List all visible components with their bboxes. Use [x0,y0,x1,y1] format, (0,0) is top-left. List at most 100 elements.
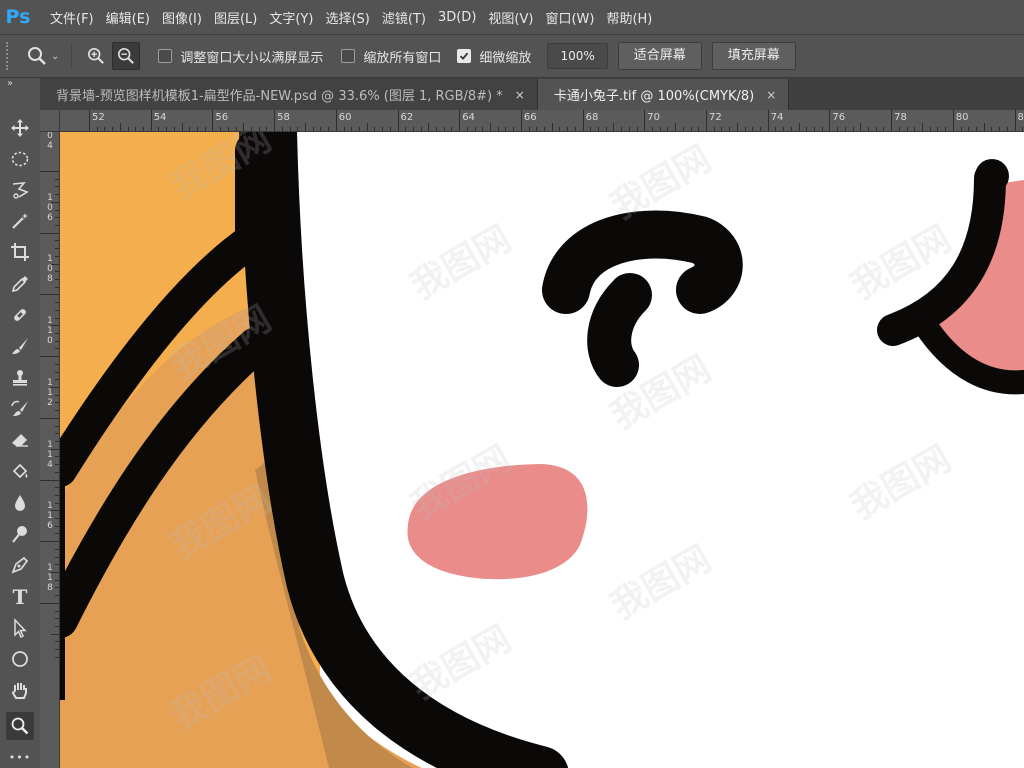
ruler-label: 116 [47,501,53,532]
menu-filter[interactable]: 滤镜(T) [382,8,426,27]
ruler-major-tick [706,110,707,131]
ruler-minor-tick [55,502,59,504]
menu-help[interactable]: 帮助(H) [606,8,652,27]
ruler-minor-tick [759,127,761,131]
ruler-minor-tick [55,656,59,658]
ruler-minor-tick [55,425,59,427]
ruler-major-tick [397,110,399,131]
fill-screen-button[interactable]: 填充屏幕 [711,42,796,70]
history-brush-icon[interactable] [6,395,34,423]
brush-icon[interactable] [6,332,34,360]
ruler-minor-tick [929,127,931,131]
zoom-tool-icon[interactable] [6,712,34,740]
document-canvas[interactable]: 我图网 我图网 我图网 我图网 我图网 我图网 我图网 我图网 我图网 我图网 我图网 我图网 [60,132,1024,768]
tab-cartoon-bunny-tif[interactable]: 卡通小兔子.tif @ 100%(CMYK/8) × [537,79,790,110]
ruler-minor-tick [536,127,538,131]
clone-stamp-icon[interactable] [6,364,34,392]
ruler-minor-tick [55,433,59,435]
scrubby-zoom-checkbox[interactable]: 细微缩放 [457,47,531,66]
ruler-major-tick [952,110,954,131]
ruler-minor-tick [55,286,59,288]
dodge-icon[interactable] [6,520,34,548]
ruler-label: 58 [277,112,290,123]
tool-preset-picker[interactable]: ⌄ [25,44,59,68]
fit-screen-button[interactable]: 适合屏幕 [617,42,702,70]
ruler-major-tick [1014,110,1016,131]
ruler-major-tick [40,541,59,543]
vertical-ruler[interactable]: 04 106 108 110 112 114 116 118 [40,132,60,768]
type-icon[interactable]: T [6,583,34,611]
menu-view[interactable]: 视图(V) [488,8,533,27]
lasso-icon[interactable] [6,176,34,204]
zoom-all-windows-checkbox[interactable]: 缩放所有窗口 [341,47,441,66]
ruler-minor-tick [55,440,59,442]
close-icon[interactable]: × [766,88,776,102]
menu-image[interactable]: 图像(I) [162,8,202,27]
ruler-major-tick [150,110,152,131]
menu-file[interactable]: 文件(F) [50,8,94,27]
pen-icon[interactable] [6,551,34,579]
menu-select[interactable]: 选择(S) [325,8,369,27]
ruler-origin[interactable] [40,110,60,132]
ruler-minor-tick [243,123,245,131]
ruler-minor-tick [752,127,754,131]
ruler-minor-tick [119,123,121,131]
more-tools-icon[interactable]: ••• [6,748,34,766]
ruler-minor-tick [55,471,59,473]
checkbox-box[interactable] [158,49,173,63]
menu-3d[interactable]: 3D(D) [438,10,476,25]
panel-collapse-icon[interactable]: ›› [7,78,13,89]
hand-icon[interactable] [6,676,34,704]
blur-icon[interactable] [6,489,34,517]
ruler-minor-tick [55,564,59,566]
ruler-minor-tick [55,379,59,381]
marquee-ellipse-icon[interactable] [6,145,34,173]
ruler-minor-tick [220,127,222,131]
ruler-minor-tick [55,518,59,520]
healing-brush-icon[interactable] [6,301,34,329]
ruler-minor-tick [1022,127,1024,131]
paint-bucket-icon[interactable] [6,458,34,486]
ruler-major-tick [644,110,646,131]
ruler-minor-tick [975,127,977,131]
ruler-minor-tick [351,127,353,131]
ruler-minor-tick [55,317,59,319]
zoom-out-icon[interactable] [112,42,141,70]
move-tool-icon[interactable] [6,114,34,142]
ruler-minor-tick [55,394,59,396]
ruler-minor-tick [55,464,59,466]
menu-window[interactable]: 窗口(W) [545,8,594,27]
ruler-minor-tick [945,127,947,131]
ellipse-shape-icon[interactable] [6,645,34,673]
ruler-minor-tick [405,127,407,131]
ruler-minor-tick [682,127,684,131]
magic-wand-icon[interactable] [6,207,34,235]
menu-edit[interactable]: 编辑(E) [106,8,150,27]
path-selection-icon[interactable] [6,614,34,642]
tab-background-wall-psd[interactable]: 背景墙-预览图样机模板1-扁型作品-NEW.psd @ 33.6% (图层 1,… [40,79,538,110]
ruler-minor-tick [698,127,700,131]
ruler-minor-tick [837,127,839,131]
options-bar-grip[interactable] [6,42,13,70]
zoom-percent-field[interactable]: 100% [547,43,608,69]
menu-type[interactable]: 文字(Y) [269,8,313,27]
menu-layer[interactable]: 图层(L) [214,8,257,27]
resize-windows-checkbox[interactable]: 调整窗口大小以满屏显示 [158,47,323,66]
zoom-in-icon[interactable] [84,44,108,68]
ruler-minor-tick [482,127,484,131]
eyedropper-icon[interactable] [6,270,34,298]
ruler-minor-tick [852,127,854,131]
horizontal-ruler[interactable]: 52 54 56 58 60 62 64 66 68 70 72 74 76 78 80 82 [60,110,1024,132]
ruler-minor-tick [358,127,360,131]
close-icon[interactable]: × [515,88,525,102]
ruler-minor-tick [736,123,738,131]
ruler-minor-tick [304,123,306,131]
crop-icon[interactable] [6,238,34,266]
checkbox-box[interactable] [341,49,356,63]
ruler-minor-tick [55,626,59,628]
app-logo[interactable]: Ps [0,0,36,34]
ruler-minor-tick [821,127,823,131]
checkbox-box[interactable] [457,49,472,63]
ruler-minor-tick [567,127,569,131]
eraser-icon[interactable] [6,426,34,454]
